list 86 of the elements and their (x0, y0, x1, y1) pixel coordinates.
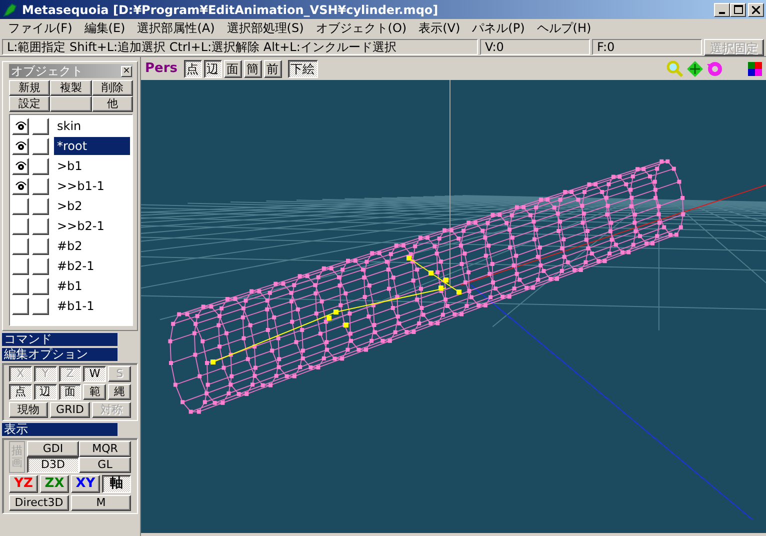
lock-toggle[interactable] (32, 298, 49, 314)
menu-item[interactable]: オブジェクト(O) (310, 20, 413, 37)
lock-toggle[interactable] (32, 258, 49, 274)
menu-item[interactable]: ヘルプ(H) (530, 20, 598, 37)
renderer-button[interactable]: MQR (79, 441, 131, 457)
toggle-button[interactable]: 縄 (108, 384, 131, 400)
visibility-toggle[interactable] (12, 258, 29, 274)
lock-toggle[interactable] (32, 278, 49, 294)
eye-icon (14, 180, 26, 192)
visibility-toggle[interactable] (12, 218, 29, 234)
menu-item[interactable]: 選択部処理(S) (220, 20, 310, 37)
visibility-toggle[interactable] (12, 198, 29, 214)
object-item[interactable]: skin (54, 117, 130, 135)
visibility-toggle[interactable] (12, 138, 29, 154)
minimize-icon (719, 12, 725, 14)
face-count: F:0 (592, 39, 702, 55)
lock-toggle[interactable] (32, 218, 49, 234)
renderer-button[interactable]: GDI (27, 441, 79, 457)
toggle-button[interactable]: 面 (58, 384, 82, 400)
vertex-count: V:0 (480, 39, 590, 55)
app-icon (2, 2, 18, 18)
panel-title: オブジェクト (11, 62, 84, 80)
close-button[interactable] (748, 2, 764, 16)
eye-icon (14, 120, 26, 132)
object-item[interactable]: >>b1-1 (54, 177, 130, 195)
blank-button[interactable] (50, 96, 92, 112)
minimize-button[interactable] (714, 2, 730, 16)
view-button[interactable]: 軸 (102, 475, 131, 494)
maximize-button[interactable] (730, 2, 746, 16)
object-item[interactable]: >b2 (54, 197, 130, 215)
lock-toggle[interactable] (32, 158, 49, 174)
display-toggle-button[interactable]: 下絵 (288, 60, 318, 78)
visibility-toggle[interactable] (12, 118, 29, 134)
view-mode-label[interactable]: Pers (145, 61, 178, 76)
toggle-button[interactable]: 範 (83, 384, 106, 400)
object-item[interactable]: #b1-1 (54, 297, 130, 315)
eye-icon (14, 160, 26, 172)
lock-toggle[interactable] (32, 198, 49, 214)
menu-item[interactable]: ファイル(F) (2, 20, 78, 37)
renderer-button[interactable]: GL (79, 457, 131, 474)
display-toggle-button[interactable]: 簡 (244, 60, 262, 78)
toggle-button[interactable]: 現物 (9, 402, 48, 418)
display-button[interactable]: M (71, 495, 131, 512)
toggle-button[interactable]: 点 (9, 384, 32, 400)
eye-icon (14, 140, 26, 152)
menu-item[interactable]: パネル(P) (466, 20, 531, 37)
display-toggle-button[interactable]: 前 (264, 60, 282, 78)
object-button[interactable]: 新規 (9, 80, 50, 96)
object-item[interactable]: *root (54, 137, 130, 155)
toggle-button[interactable]: W (83, 366, 106, 382)
object-item[interactable]: #b1 (54, 277, 130, 295)
view-button[interactable]: XY (71, 475, 100, 494)
menu-item[interactable]: 表示(V) (412, 20, 466, 37)
toggle-button[interactable]: GRID (50, 402, 90, 418)
menu-item[interactable]: 編集(E) (78, 20, 132, 37)
close-icon (752, 6, 760, 14)
visibility-toggle[interactable] (12, 278, 29, 294)
object-button[interactable]: 複製 (50, 80, 92, 96)
move-icon[interactable] (686, 60, 704, 78)
lock-toggle[interactable] (32, 118, 49, 134)
object-item[interactable]: >>b2-1 (54, 217, 130, 235)
object-button[interactable]: 削除 (92, 80, 133, 96)
visibility-toggle[interactable] (12, 158, 29, 174)
visibility-toggle[interactable] (12, 178, 29, 194)
lock-toggle[interactable] (32, 178, 49, 194)
maximize-icon (734, 5, 742, 14)
object-item[interactable]: #b2 (54, 237, 130, 255)
display-button[interactable]: Direct3D (9, 495, 69, 512)
window-title: Metasequoia [D:¥Program¥EditAnimation_VSH¥cylinder.mqo] (22, 2, 440, 16)
lock-toggle[interactable] (32, 138, 49, 154)
object-item[interactable]: >b1 (54, 157, 130, 175)
display-toggle-button[interactable]: 辺 (204, 60, 222, 78)
object-item[interactable]: #b2-1 (54, 257, 130, 275)
object-button[interactable]: 設定 (9, 96, 50, 112)
status-hint: L:範囲指定 Shift+L:追加選択 Ctrl+L:選択解除 Alt+L:インクルード選択 (2, 39, 478, 55)
display-toggle-button[interactable]: 点 (184, 60, 202, 78)
visibility-toggle[interactable] (12, 238, 29, 254)
color-grid-icon[interactable] (748, 62, 762, 76)
lock-toggle[interactable] (32, 238, 49, 254)
menu-item[interactable]: 選択部属性(A) (131, 20, 221, 37)
object-button[interactable]: 他 (92, 96, 133, 112)
renderer-button[interactable]: D3D (27, 457, 79, 474)
close-button[interactable]: × (121, 66, 132, 76)
visibility-toggle[interactable] (12, 298, 29, 314)
toggle-button[interactable]: 辺 (34, 384, 57, 400)
display-toggle-button[interactable]: 面 (224, 60, 242, 78)
